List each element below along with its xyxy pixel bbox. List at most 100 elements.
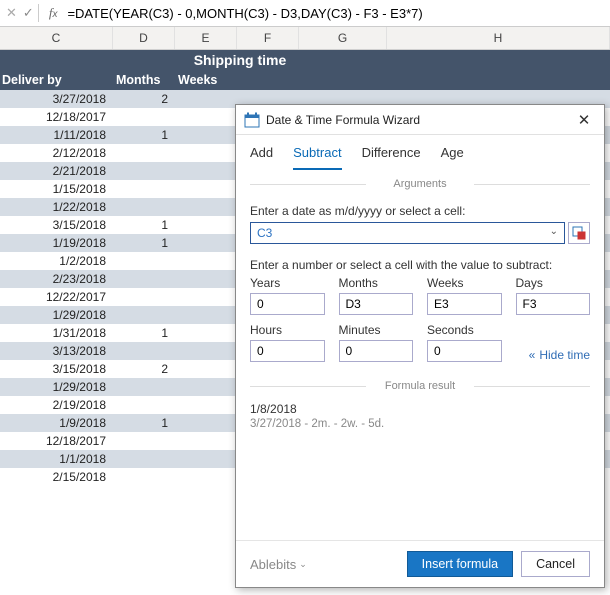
cell-deliver[interactable]: 12/22/2017 (0, 288, 113, 306)
cell-months[interactable] (113, 198, 175, 216)
cancel-x-icon[interactable]: ✕ (6, 5, 17, 21)
cell-weeks[interactable] (175, 288, 237, 306)
cell-deliver[interactable]: 3/15/2018 (0, 216, 113, 234)
cell-months[interactable] (113, 450, 175, 468)
brand-label[interactable]: Ablebits⌄ (250, 557, 399, 572)
cell-deliver[interactable]: 1/29/2018 (0, 378, 113, 396)
cell-weeks[interactable] (175, 396, 237, 414)
insert-formula-button[interactable]: Insert formula (407, 551, 513, 577)
cell-weeks[interactable] (175, 432, 237, 450)
cell-weeks[interactable] (175, 378, 237, 396)
cell-months[interactable]: 1 (113, 414, 175, 432)
cell-months[interactable] (113, 252, 175, 270)
cell-months[interactable]: 1 (113, 324, 175, 342)
formula-bar: ✕ ✓ fx (0, 0, 610, 27)
subtract-value-label: Enter a number or select a cell with the… (250, 258, 590, 272)
cell-weeks[interactable] (175, 342, 237, 360)
cell-months[interactable] (113, 144, 175, 162)
cell-deliver[interactable]: 12/18/2017 (0, 108, 113, 126)
confirm-check-icon[interactable]: ✓ (23, 5, 34, 21)
cell-months[interactable]: 1 (113, 216, 175, 234)
date-input[interactable]: C3 ⌄ (250, 222, 565, 244)
cell-deliver[interactable]: 2/23/2018 (0, 270, 113, 288)
tab-difference[interactable]: Difference (362, 145, 421, 170)
cell-weeks[interactable] (175, 180, 237, 198)
cell-months[interactable]: 2 (113, 360, 175, 378)
weeks-label: Weeks (427, 276, 502, 290)
days-input[interactable] (516, 293, 591, 315)
cell-weeks[interactable] (175, 324, 237, 342)
cell-weeks[interactable] (175, 468, 237, 486)
cell-deliver[interactable]: 1/19/2018 (0, 234, 113, 252)
cell-months[interactable] (113, 288, 175, 306)
cell-weeks[interactable] (175, 162, 237, 180)
cell-deliver[interactable]: 1/2/2018 (0, 252, 113, 270)
cell-months[interactable] (113, 270, 175, 288)
cell-deliver[interactable]: 1/15/2018 (0, 180, 113, 198)
months-input[interactable] (339, 293, 414, 315)
cell-weeks[interactable] (175, 108, 237, 126)
cell-picker-icon[interactable] (568, 222, 590, 244)
years-input[interactable] (250, 293, 325, 315)
cell-deliver[interactable]: 1/31/2018 (0, 324, 113, 342)
minutes-input[interactable] (339, 340, 414, 362)
cell-weeks[interactable] (175, 216, 237, 234)
cell-weeks[interactable] (175, 450, 237, 468)
col-header-h[interactable]: H (387, 27, 610, 49)
cell-months[interactable] (113, 180, 175, 198)
tab-age[interactable]: Age (441, 145, 464, 170)
cell-months[interactable] (113, 108, 175, 126)
cell-weeks[interactable] (175, 360, 237, 378)
hours-input[interactable] (250, 340, 325, 362)
cell-deliver[interactable]: 1/29/2018 (0, 306, 113, 324)
cell-deliver[interactable]: 2/19/2018 (0, 396, 113, 414)
cell-months[interactable] (113, 342, 175, 360)
cell-weeks[interactable] (175, 90, 237, 108)
cell-months[interactable]: 2 (113, 90, 175, 108)
cell-weeks[interactable] (175, 270, 237, 288)
tab-add[interactable]: Add (250, 145, 273, 170)
fx-icon[interactable]: fx (49, 5, 58, 21)
cell-weeks[interactable] (175, 234, 237, 252)
cell-deliver[interactable]: 12/18/2017 (0, 432, 113, 450)
cancel-button[interactable]: Cancel (521, 551, 590, 577)
cell-deliver[interactable]: 2/15/2018 (0, 468, 113, 486)
cell-weeks[interactable] (175, 306, 237, 324)
close-icon[interactable]: ✕ (572, 111, 596, 129)
cell-months[interactable] (113, 378, 175, 396)
title-row: Shipping time (0, 50, 610, 70)
dialog-titlebar[interactable]: Date & Time Formula Wizard ✕ (236, 105, 604, 135)
cell-months[interactable] (113, 162, 175, 180)
cell-deliver[interactable]: 3/15/2018 (0, 360, 113, 378)
col-header-c[interactable]: C (0, 27, 113, 49)
cell-weeks[interactable] (175, 198, 237, 216)
cell-months[interactable] (113, 306, 175, 324)
cell-months[interactable] (113, 432, 175, 450)
cell-months[interactable] (113, 468, 175, 486)
cell-months[interactable]: 1 (113, 234, 175, 252)
weeks-input[interactable] (427, 293, 502, 315)
cell-deliver[interactable]: 1/1/2018 (0, 450, 113, 468)
chevron-down-icon[interactable]: ⌄ (550, 226, 558, 237)
cell-months[interactable]: 1 (113, 126, 175, 144)
cell-deliver[interactable]: 3/27/2018 (0, 90, 113, 108)
col-header-g[interactable]: G (299, 27, 387, 49)
col-header-f[interactable]: F (237, 27, 299, 49)
cell-deliver[interactable]: 1/22/2018 (0, 198, 113, 216)
cell-deliver[interactable]: 2/21/2018 (0, 162, 113, 180)
cell-weeks[interactable] (175, 414, 237, 432)
cell-deliver[interactable]: 1/11/2018 (0, 126, 113, 144)
cell-weeks[interactable] (175, 252, 237, 270)
formula-input[interactable] (63, 4, 610, 23)
cell-deliver[interactable]: 3/13/2018 (0, 342, 113, 360)
cell-months[interactable] (113, 396, 175, 414)
tab-subtract[interactable]: Subtract (293, 145, 341, 170)
col-header-d[interactable]: D (113, 27, 175, 49)
seconds-input[interactable] (427, 340, 502, 362)
hide-time-link[interactable]: « Hide time (516, 348, 591, 362)
cell-deliver[interactable]: 1/9/2018 (0, 414, 113, 432)
cell-weeks[interactable] (175, 144, 237, 162)
cell-deliver[interactable]: 2/12/2018 (0, 144, 113, 162)
cell-weeks[interactable] (175, 126, 237, 144)
col-header-e[interactable]: E (175, 27, 237, 49)
